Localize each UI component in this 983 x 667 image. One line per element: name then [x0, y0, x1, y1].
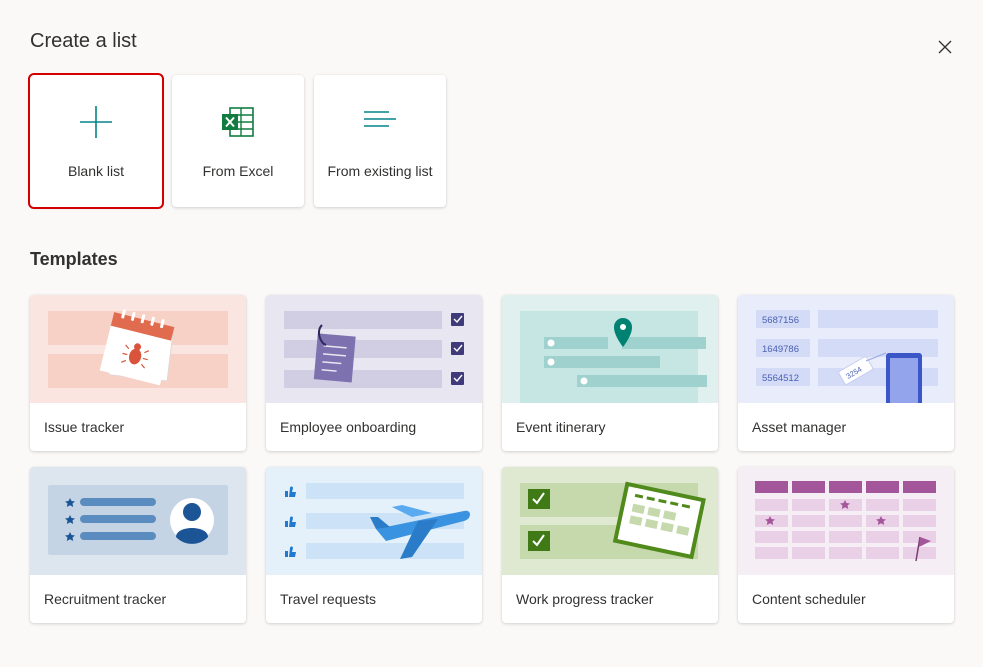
- template-name: Recruitment tracker: [44, 591, 167, 607]
- recruitment-tracker-illustration: [30, 467, 246, 575]
- template-name: Employee onboarding: [280, 419, 417, 435]
- blank-list-label: Blank list: [67, 163, 125, 179]
- template-recruitment-tracker[interactable]: Recruitment tracker: [30, 467, 246, 623]
- template-asset-manager[interactable]: 5687156 1649786 5564512 3254 Asset manag…: [738, 295, 954, 451]
- travel-requests-illustration: [266, 467, 482, 575]
- template-travel-requests[interactable]: Travel requests: [266, 467, 482, 623]
- template-work-progress-tracker[interactable]: Work progress tracker: [502, 467, 718, 623]
- from-excel-button[interactable]: From Excel: [172, 75, 304, 207]
- blank-list-button[interactable]: Blank list: [28, 73, 164, 209]
- template-content-scheduler[interactable]: Content scheduler: [738, 467, 954, 623]
- template-event-itinerary[interactable]: Event itinerary: [502, 295, 718, 451]
- template-issue-tracker[interactable]: Issue tracker: [30, 295, 246, 451]
- list-lines-icon: [364, 111, 396, 127]
- asset-number-3: 5564512: [762, 373, 799, 384]
- template-name: Event itinerary: [516, 419, 606, 435]
- template-name: Work progress tracker: [516, 591, 654, 607]
- asset-number-2: 1649786: [762, 344, 799, 355]
- templates-heading: Templates: [30, 249, 118, 269]
- close-icon: [938, 40, 952, 54]
- dialog-title: Create a list: [30, 30, 137, 52]
- from-excel-label: From Excel: [202, 163, 274, 179]
- template-name: Travel requests: [280, 591, 376, 607]
- template-name: Asset manager: [752, 419, 847, 435]
- content-scheduler-illustration: [738, 467, 954, 575]
- template-name: Issue tracker: [44, 419, 125, 435]
- template-name: Content scheduler: [752, 591, 866, 607]
- plus-icon: [80, 106, 112, 138]
- from-existing-list-label: From existing list: [327, 163, 433, 179]
- work-progress-tracker-illustration: [502, 467, 718, 575]
- from-existing-list-button[interactable]: From existing list: [314, 75, 446, 207]
- event-itinerary-illustration: [502, 295, 718, 403]
- asset-number-1: 5687156: [762, 315, 799, 326]
- excel-icon: [222, 107, 254, 137]
- issue-tracker-illustration: [30, 295, 246, 403]
- template-employee-onboarding[interactable]: Employee onboarding: [266, 295, 482, 451]
- close-button[interactable]: [934, 36, 956, 58]
- employee-onboarding-illustration: [266, 295, 482, 403]
- asset-manager-illustration: 5687156 1649786 5564512 3254: [738, 295, 954, 403]
